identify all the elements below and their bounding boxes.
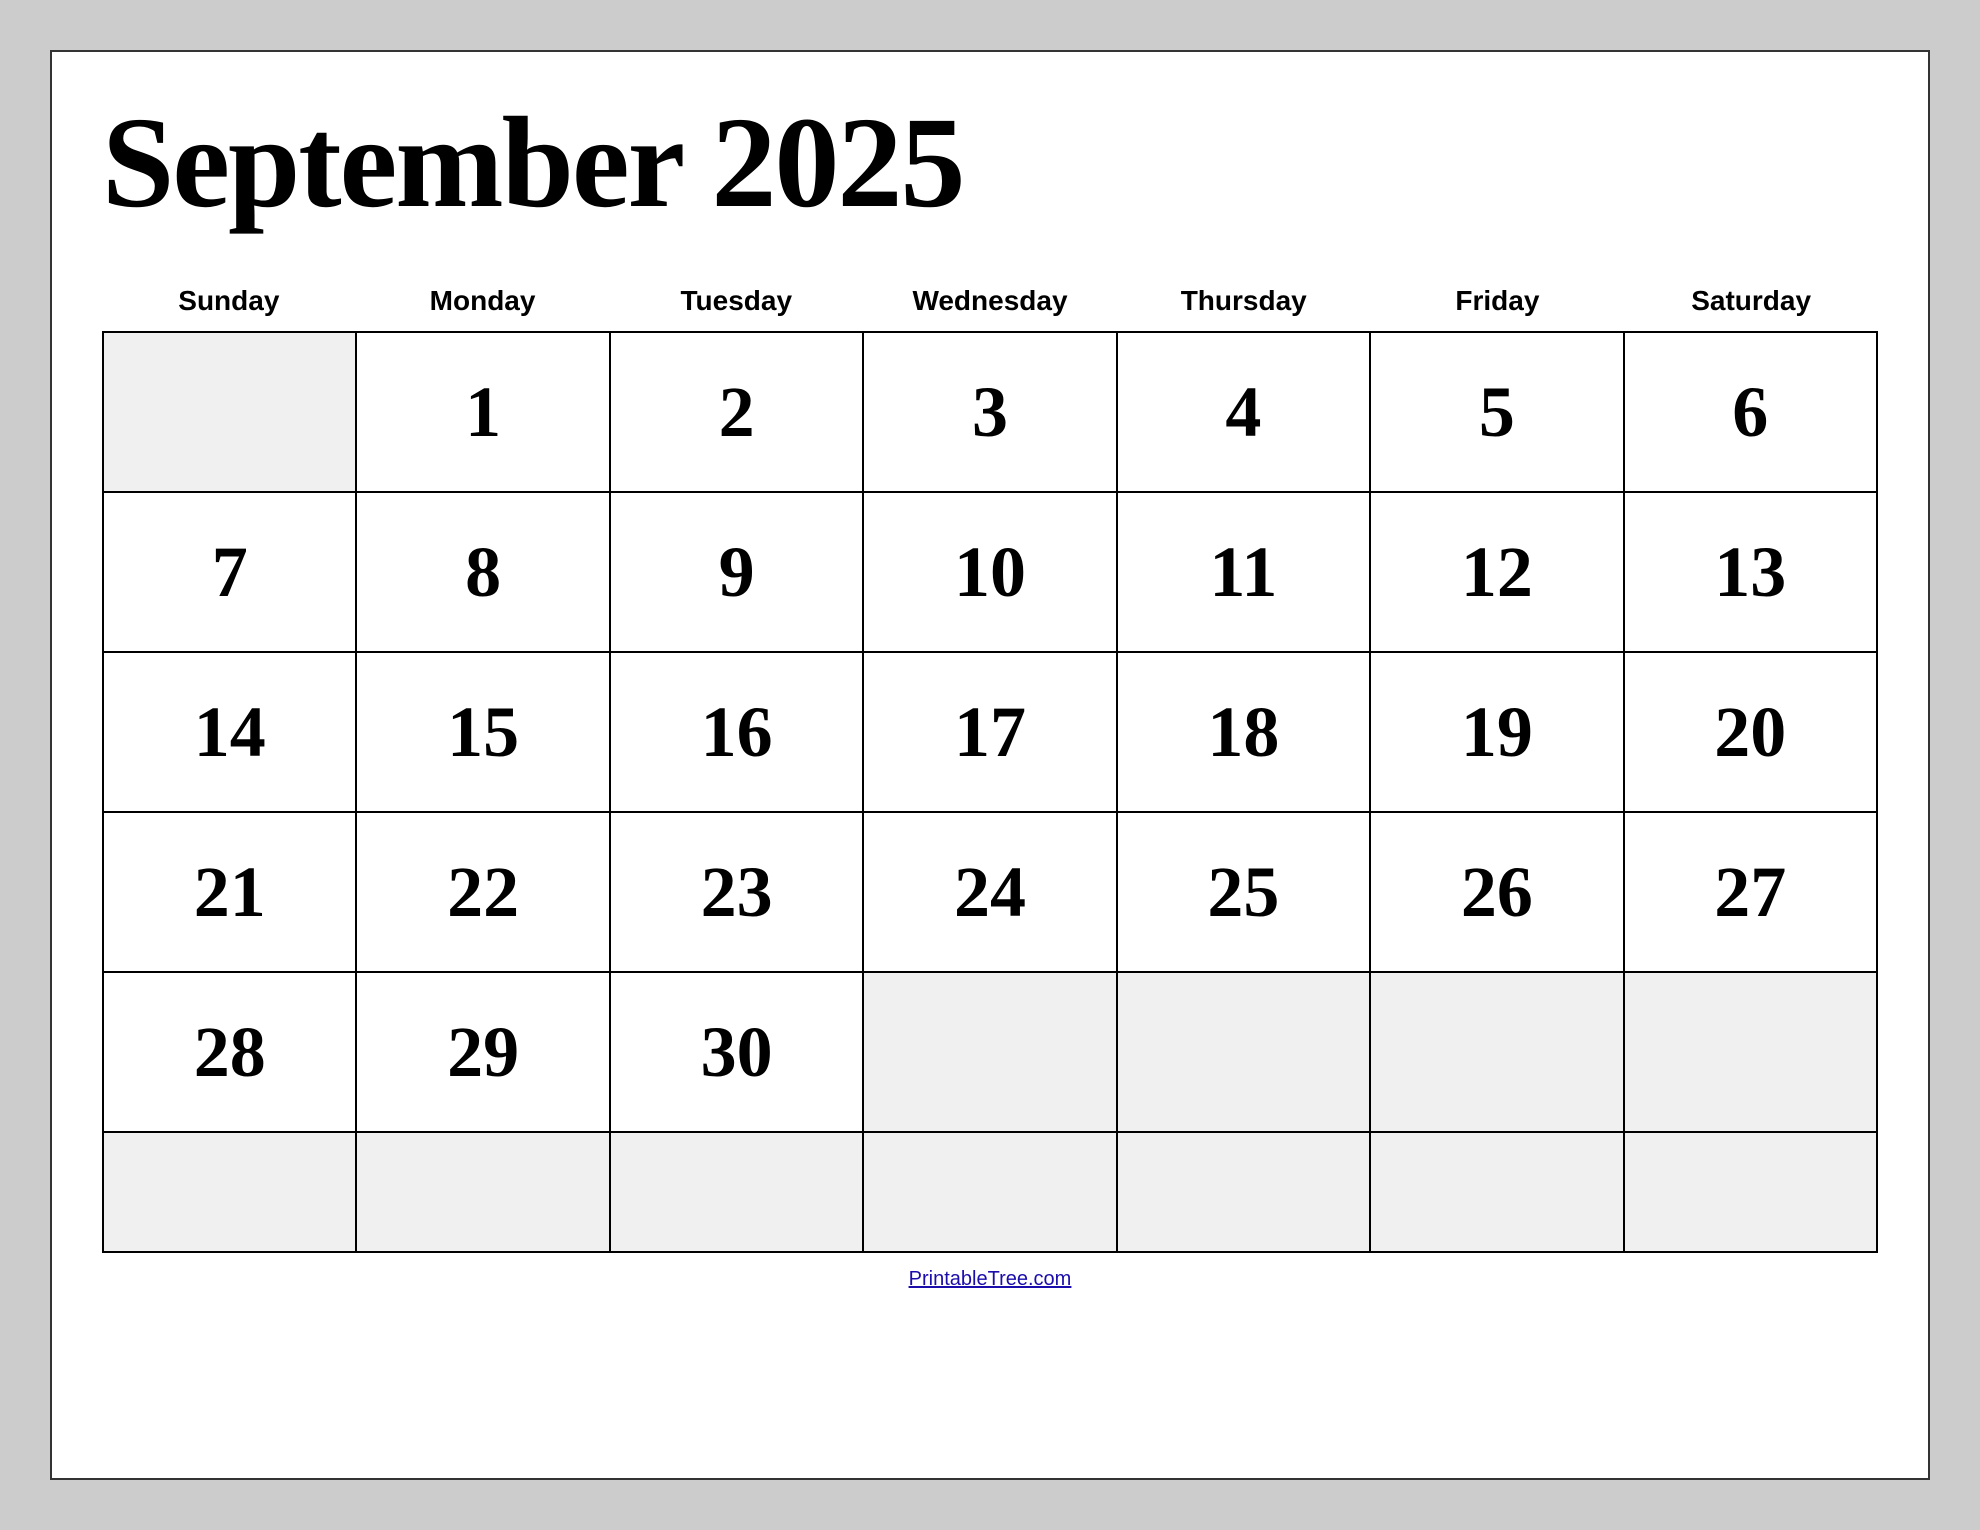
- day-header-saturday: Saturday: [1624, 275, 1878, 327]
- calendar-cell: 23: [611, 813, 864, 973]
- day-number: 3: [884, 348, 1095, 476]
- calendar-cell: 21: [104, 813, 357, 973]
- day-number: 16: [631, 668, 842, 796]
- day-number: 18: [1138, 668, 1349, 796]
- day-header-wednesday: Wednesday: [863, 275, 1117, 327]
- calendar-cell: [864, 1133, 1117, 1253]
- calendar-cell: 27: [1625, 813, 1878, 973]
- day-number: 28: [124, 988, 335, 1116]
- calendar-cell: [1118, 973, 1371, 1133]
- day-number: 11: [1138, 508, 1349, 636]
- calendar-cell: 17: [864, 653, 1117, 813]
- calendar-cell: 4: [1118, 333, 1371, 493]
- day-number: 2: [631, 348, 842, 476]
- calendar-cell: 11: [1118, 493, 1371, 653]
- calendar-cell: 13: [1625, 493, 1878, 653]
- calendar-cell: 2: [611, 333, 864, 493]
- calendar-cell: [611, 1133, 864, 1253]
- day-number: 19: [1391, 668, 1602, 796]
- day-headers: SundayMondayTuesdayWednesdayThursdayFrid…: [102, 275, 1878, 327]
- day-number: 17: [884, 668, 1095, 796]
- day-number: 25: [1138, 828, 1349, 956]
- calendar-cell: 8: [357, 493, 610, 653]
- calendar-cell: 9: [611, 493, 864, 653]
- day-number: 1: [377, 348, 588, 476]
- day-number: 8: [377, 508, 588, 636]
- calendar-cell: 22: [357, 813, 610, 973]
- day-number: 5: [1391, 348, 1602, 476]
- calendar-cell: [1625, 973, 1878, 1133]
- day-number: 15: [377, 668, 588, 796]
- day-number: 20: [1645, 668, 1856, 796]
- calendar-cell: 5: [1371, 333, 1624, 493]
- calendar-cell: 3: [864, 333, 1117, 493]
- day-number: 30: [631, 988, 842, 1116]
- day-header-friday: Friday: [1371, 275, 1625, 327]
- calendar-cell: 14: [104, 653, 357, 813]
- calendar-cell: [104, 333, 357, 493]
- calendar-cell: 28: [104, 973, 357, 1133]
- day-number: 4: [1138, 348, 1349, 476]
- day-header-tuesday: Tuesday: [609, 275, 863, 327]
- calendar-page: September 2025 SundayMondayTuesdayWednes…: [50, 50, 1930, 1480]
- day-number: 27: [1645, 828, 1856, 956]
- calendar-cell: [1118, 1133, 1371, 1253]
- calendar-cell: 30: [611, 973, 864, 1133]
- day-number: 12: [1391, 508, 1602, 636]
- calendar-cell: [864, 973, 1117, 1133]
- day-header-sunday: Sunday: [102, 275, 356, 327]
- calendar-cell: 24: [864, 813, 1117, 973]
- calendar-cell: 29: [357, 973, 610, 1133]
- calendar-cell: 25: [1118, 813, 1371, 973]
- day-number: 26: [1391, 828, 1602, 956]
- calendar-cell: [1371, 973, 1624, 1133]
- calendar-cell: [104, 1133, 357, 1253]
- calendar-cell: 26: [1371, 813, 1624, 973]
- calendar-cell: 10: [864, 493, 1117, 653]
- calendar-cell: 6: [1625, 333, 1878, 493]
- calendar-cell: 15: [357, 653, 610, 813]
- calendar-cell: [1371, 1133, 1624, 1253]
- calendar-cell: 19: [1371, 653, 1624, 813]
- day-number: 29: [377, 988, 588, 1116]
- day-number: 6: [1645, 348, 1856, 476]
- calendar-cell: 18: [1118, 653, 1371, 813]
- day-number: 7: [124, 508, 335, 636]
- calendar-cell: [1625, 1133, 1878, 1253]
- day-number: 13: [1645, 508, 1856, 636]
- calendar-cell: 12: [1371, 493, 1624, 653]
- day-number: 22: [377, 828, 588, 956]
- day-number: 10: [884, 508, 1095, 636]
- day-header-thursday: Thursday: [1117, 275, 1371, 327]
- calendar-cell: 7: [104, 493, 357, 653]
- day-header-monday: Monday: [356, 275, 610, 327]
- calendar-title: September 2025: [102, 92, 1878, 235]
- day-number: 9: [631, 508, 842, 636]
- day-number: 14: [124, 668, 335, 796]
- day-number: 23: [631, 828, 842, 956]
- calendar-cell: 1: [357, 333, 610, 493]
- calendar-cell: [357, 1133, 610, 1253]
- day-number: 24: [884, 828, 1095, 956]
- calendar-container: SundayMondayTuesdayWednesdayThursdayFrid…: [102, 275, 1878, 1253]
- calendar-cell: 16: [611, 653, 864, 813]
- calendar-grid: 1234567891011121314151617181920212223242…: [102, 331, 1878, 1253]
- footer-link[interactable]: PrintableTree.com: [909, 1268, 1072, 1290]
- footer: PrintableTree.com: [102, 1268, 1878, 1291]
- day-number: 21: [124, 828, 335, 956]
- calendar-cell: 20: [1625, 653, 1878, 813]
